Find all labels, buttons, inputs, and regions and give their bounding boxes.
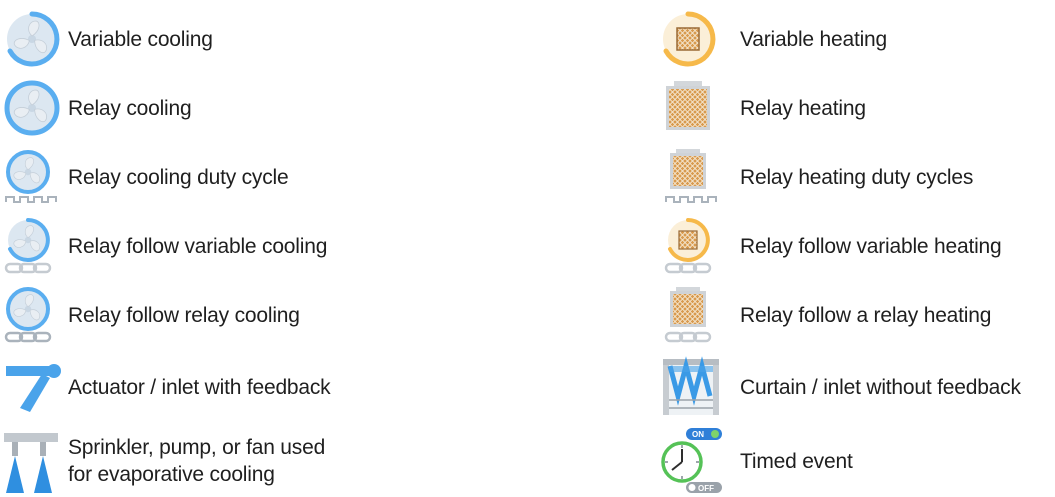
legend-label-line1: Sprinkler, pump, or fan used xyxy=(68,436,326,459)
on-badge-text: ON xyxy=(692,430,704,439)
legend-item-variable-heating: Variable heating xyxy=(660,8,887,70)
legend-label: Relay follow variable cooling xyxy=(68,234,328,258)
legend-item-relay-follow-variable-heating: Relay follow variable heating xyxy=(660,215,1002,277)
legend-item-relay-follow-variable-cooling: Relay follow variable cooling xyxy=(0,215,327,277)
relay-cooling-duty-cycle-icon xyxy=(0,146,68,208)
legend-item-relay-follow-relay-cooling: Relay follow relay cooling xyxy=(0,284,300,346)
legend-label: Timed event xyxy=(740,449,853,473)
legend-item-curtain-inlet: Curtain / inlet without feedback xyxy=(660,356,1021,418)
variable-cooling-fan-icon xyxy=(0,8,68,70)
curtain-inlet-icon xyxy=(660,356,740,418)
legend-label: Relay heating xyxy=(740,96,866,120)
legend-label: Relay heating duty cycles xyxy=(740,165,974,189)
legend-item-relay-cooling-duty-cycle: Relay cooling duty cycle xyxy=(0,146,289,208)
relay-follow-variable-heating-icon xyxy=(660,215,740,277)
relay-heating-duty-cycle-icon xyxy=(660,146,740,208)
legend-item-variable-cooling: Variable cooling xyxy=(0,8,213,70)
legend-item-timed-event: ON OFF Timed event xyxy=(660,428,853,493)
relay-follow-relay-heating-icon xyxy=(660,284,740,346)
legend-item-relay-cooling: Relay cooling xyxy=(0,77,192,139)
sprinkler-icon xyxy=(0,430,68,493)
legend-item-actuator-inlet: Actuator / inlet with feedback xyxy=(0,356,331,418)
relay-follow-variable-cooling-icon xyxy=(0,215,68,277)
legend-label: Relay cooling xyxy=(68,96,192,120)
legend-label-line2: for evaporative cooling xyxy=(68,463,275,486)
legend-label: Sprinkler, pump, or fan used for evapora… xyxy=(68,434,325,488)
legend-item-relay-follow-relay-heating: Relay follow a relay heating xyxy=(660,284,991,346)
legend-label: Relay follow relay cooling xyxy=(68,303,300,327)
timed-event-icon: ON OFF xyxy=(660,428,740,493)
legend-item-relay-heating-duty-cycles: Relay heating duty cycles xyxy=(660,146,973,208)
legend-label: Curtain / inlet without feedback xyxy=(740,375,1021,399)
legend-label: Relay follow a relay heating xyxy=(740,303,992,327)
legend-item-sprinkler: Sprinkler, pump, or fan used for evapora… xyxy=(0,430,325,493)
legend-label: Relay cooling duty cycle xyxy=(68,165,289,189)
variable-heating-icon xyxy=(660,8,740,70)
relay-follow-relay-cooling-icon xyxy=(0,284,68,346)
relay-cooling-fan-icon xyxy=(0,77,68,139)
relay-heating-icon xyxy=(660,77,740,139)
legend-label: Actuator / inlet with feedback xyxy=(68,375,331,399)
legend-label: Variable heating xyxy=(740,27,888,51)
legend-label: Relay follow variable heating xyxy=(740,234,1002,258)
actuator-inlet-icon xyxy=(0,356,68,418)
off-badge-text: OFF xyxy=(698,484,714,493)
device-legend: Variable cooling Relay cooling Relay coo… xyxy=(0,0,1055,497)
legend-item-relay-heating: Relay heating xyxy=(660,77,866,139)
legend-label: Variable cooling xyxy=(68,27,213,51)
